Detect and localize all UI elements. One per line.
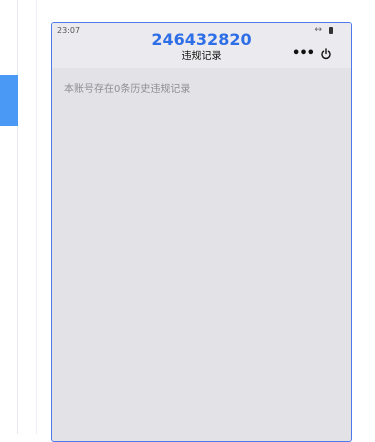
mini-program-window: 23:07 ↔ 246432820 违规记录 ••• 本账号存在0条历史违规记录 [51, 22, 352, 442]
empty-record-message: 本账号存在0条历史违规记录 [64, 84, 191, 95]
power-icon [321, 47, 331, 59]
left-rail [0, 0, 37, 434]
rail-divider [36, 0, 37, 434]
menu-capsule: ••• [290, 44, 338, 63]
more-button[interactable]: ••• [292, 45, 315, 62]
navigation-bar: 23:07 ↔ 246432820 违规记录 ••• [52, 23, 351, 68]
active-nav-indicator[interactable] [0, 75, 18, 126]
more-icon: ••• [292, 45, 315, 61]
close-button[interactable] [317, 46, 335, 62]
rail-divider [17, 0, 18, 434]
